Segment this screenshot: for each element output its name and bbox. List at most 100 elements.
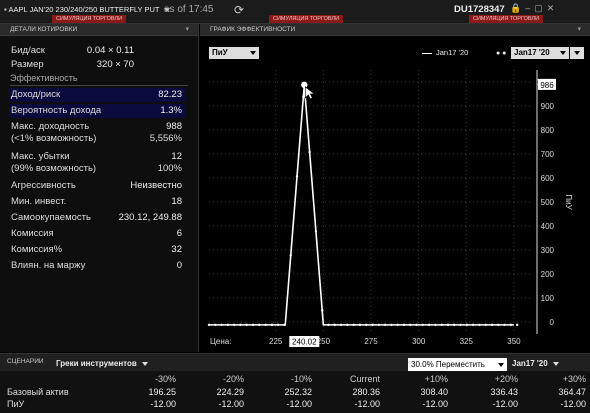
performance-chart-panel: ГРАФИК ЭФФЕКТИВНОСТИ ▾ ПиУ Jan17 '20 ● ●… — [200, 24, 590, 352]
x-tick-label: 325 — [460, 337, 474, 346]
y-tick-label: 900 — [541, 102, 555, 111]
scenario-cell: 336.43 — [490, 387, 518, 397]
pnl-chart[interactable]: 0100200300400500600700800900100022525027… — [200, 24, 590, 352]
window-menu-icon[interactable]: ▪ — [4, 5, 7, 14]
series-point — [302, 95, 305, 99]
series-point — [453, 323, 456, 327]
scenario-cell: -12.00 — [492, 399, 518, 409]
series-point — [515, 323, 519, 327]
profit-probability-row: Вероятность дохода 1.3% — [9, 104, 186, 118]
series-point — [465, 323, 469, 327]
cursor-value-label: 986 — [540, 81, 554, 90]
series-point — [365, 323, 368, 327]
scenario-column-header: -30% — [154, 374, 176, 384]
size-row: Размер 320 × 70 — [11, 59, 134, 70]
aggressiveness-row: Агрессивность Неизвестно — [11, 180, 182, 191]
scenario-cell: -12.00 — [150, 399, 176, 409]
section-title: Эффективность — [10, 73, 78, 83]
close-icon[interactable]: ✕ — [547, 3, 559, 13]
series-point — [346, 323, 349, 327]
panel-menu-icon[interactable]: ▾ — [185, 24, 192, 36]
series-point — [509, 323, 513, 327]
maximize-icon[interactable]: ▢ — [534, 3, 547, 13]
commission-row: Комиссия 6 — [11, 228, 182, 239]
window-controls: 🔒–▢✕ — [510, 3, 558, 14]
series-point — [308, 150, 311, 154]
max-loss-value-box: 12 100% — [157, 151, 182, 174]
scenario-column-header: -20% — [222, 374, 244, 384]
account-id: DU1728347 — [454, 4, 505, 15]
y-tick-label: 400 — [541, 222, 555, 231]
scenario-cell: -12.00 — [286, 399, 312, 409]
quote-details-panel: ДЕТАЛИ КОТИРОВКИ ▾ Бид/аск 0.04 × 0.11 Р… — [0, 24, 199, 352]
margin-impact-row: Влиян. на маржу 0 — [11, 260, 182, 271]
series-point — [377, 323, 381, 327]
scenario-row-label: Базовый актив — [7, 387, 69, 397]
simulation-tag: СИМУЛЯЦИЯ ТОРГОВЛИ — [469, 15, 544, 23]
scenario-column-header: -10% — [290, 374, 312, 384]
y-tick-label: 500 — [541, 198, 555, 207]
scenario-cell: 224.29 — [216, 387, 244, 397]
x-axis-prefix: Цена: — [210, 337, 231, 346]
series-point — [402, 323, 406, 327]
scenarios-panel: СЦЕНАРИИ Греки инструментов 30.0% Переме… — [0, 353, 590, 413]
series-point — [352, 323, 355, 327]
scenario-cell: -12.00 — [560, 399, 586, 409]
return-risk-row: Доход/риск 82.23 — [9, 88, 186, 102]
series-point — [276, 323, 280, 327]
series-point — [232, 323, 236, 327]
series-point — [339, 323, 343, 327]
series-point — [478, 323, 481, 327]
series-point — [251, 323, 255, 327]
series-point — [383, 323, 387, 327]
as-of-time: as of 17:45 — [164, 4, 214, 15]
window-title[interactable]: ▪ AAPL JAN'20 230/240/250 BUTTERFLY PUT — [4, 5, 171, 14]
refresh-icon[interactable]: ⟳ — [234, 3, 244, 17]
series-point — [434, 323, 437, 327]
y-tick-label: 600 — [541, 174, 555, 183]
scenario-cell: -12.00 — [422, 399, 448, 409]
y-tick-label: 200 — [541, 270, 555, 279]
panel-header: ДЕТАЛИ КОТИРОВКИ ▾ — [0, 24, 198, 36]
series-point — [264, 323, 267, 327]
series-point — [207, 323, 211, 327]
min-invest-row: Мин. инвест. 18 — [11, 196, 182, 207]
scenario-column-header: Current — [349, 374, 380, 384]
series-point — [314, 230, 318, 233]
series-point — [321, 309, 324, 312]
x-tick-label: 300 — [412, 337, 426, 346]
series-point — [220, 323, 223, 327]
chevron-down-icon — [142, 361, 149, 366]
move-percent-select[interactable]: 30.0% Переместить — [408, 358, 507, 371]
x-tick-label: 350 — [507, 337, 521, 346]
simulation-tag: СИМУЛЯЦИЯ ТОРГОВЛИ — [269, 15, 344, 23]
max-return-row: Макс. доходность (<1% возможность) 988 5… — [9, 120, 186, 146]
series-point — [421, 323, 425, 327]
series-point — [484, 323, 487, 327]
series-point — [415, 323, 418, 327]
greeks-grid-select[interactable]: Греки инструментов — [56, 359, 149, 368]
series-point — [258, 323, 261, 327]
y-tick-label: 700 — [541, 150, 555, 159]
series-point — [333, 323, 336, 327]
scenario-expiry-select[interactable]: Jan17 '20 — [512, 359, 559, 368]
scenario-cell: 308.40 — [420, 387, 448, 397]
series-point — [371, 323, 374, 327]
lock-icon[interactable]: 🔒 — [510, 3, 525, 13]
commission-percent-row: Комиссия% 32 — [11, 244, 182, 255]
series-point — [396, 323, 399, 327]
scenario-cell: 364.47 — [558, 387, 586, 397]
title-bar: ▪ AAPL JAN'20 230/240/250 BUTTERFLY PUT … — [0, 0, 590, 24]
series-point — [214, 323, 217, 327]
scenario-cell: 280.36 — [352, 387, 380, 397]
scenario-row-label: ПиУ — [7, 399, 25, 409]
scenario-cell: -12.00 — [218, 399, 244, 409]
series-point — [245, 323, 248, 327]
minimize-icon[interactable]: – — [525, 3, 534, 13]
scenarios-title: СЦЕНАРИИ — [7, 358, 44, 365]
series-point — [440, 323, 443, 327]
cursor-price-label: 240.02 — [292, 338, 317, 347]
series-point — [409, 323, 412, 327]
series-point — [459, 323, 462, 327]
series-point — [270, 323, 274, 327]
